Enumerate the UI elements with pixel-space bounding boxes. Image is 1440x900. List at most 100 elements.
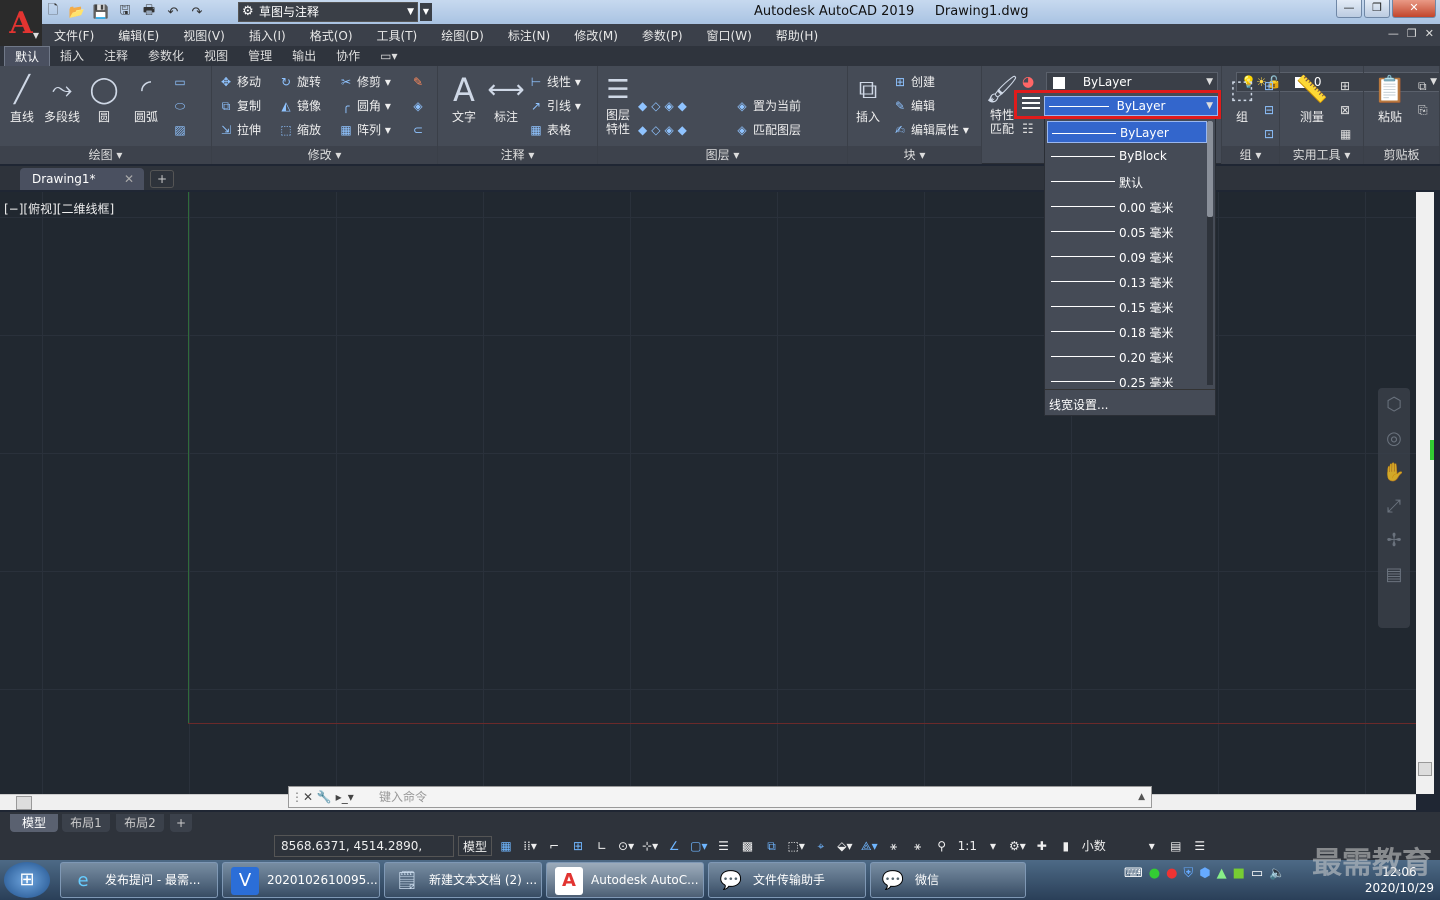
taskbar-item-autocad[interactable]: A Autodesk AutoC... bbox=[546, 862, 704, 898]
object-snap-icon[interactable]: ▢▾ bbox=[688, 836, 709, 856]
transparency-icon[interactable]: ▩ bbox=[738, 836, 758, 856]
taskbar-item-notepad[interactable]: 🗒 新建文本文档 (2) ... bbox=[384, 862, 542, 898]
move-button[interactable]: ✥ 移动 bbox=[218, 72, 261, 92]
object-snap-tracking-icon[interactable]: ∠ bbox=[664, 836, 684, 856]
doc-minimize-button[interactable]: — bbox=[1388, 27, 1399, 40]
array-button[interactable]: ▦ 阵列 ▾ bbox=[338, 120, 391, 140]
lineweight-settings-item[interactable]: 线宽设置... bbox=[1045, 389, 1215, 415]
qat-customize-button[interactable]: ▼ bbox=[420, 3, 432, 21]
save-as-icon[interactable]: 🖫 bbox=[116, 3, 134, 20]
grip-icon[interactable]: ⋮ bbox=[291, 787, 303, 807]
units-icon[interactable]: ▮ bbox=[1056, 836, 1076, 856]
workspace-switch-icon[interactable]: ⚙▾ bbox=[1007, 836, 1028, 856]
lineweight-option[interactable]: ByBlock bbox=[1047, 145, 1207, 167]
menu-file[interactable]: 文件(F) bbox=[42, 27, 106, 44]
wrench-icon[interactable]: 🔧 bbox=[317, 790, 332, 804]
group-tools-icon[interactable]: ⊞ ⊟ ⊡ bbox=[1264, 74, 1274, 146]
quick-properties-icon[interactable]: ▤ bbox=[1166, 836, 1186, 856]
lineweight-option[interactable]: 0.18 毫米 bbox=[1047, 320, 1207, 342]
trim-button[interactable]: ✂ 修剪 ▾ bbox=[338, 72, 391, 92]
stretch-button[interactable]: ⇲ 拉伸 bbox=[218, 120, 261, 140]
tab-layout1[interactable]: 布局1 bbox=[62, 814, 110, 832]
pan-icon[interactable]: ✋ bbox=[1378, 456, 1410, 490]
lineweight-option[interactable]: 0.25 毫米 bbox=[1047, 370, 1207, 387]
menu-view[interactable]: 视图(V) bbox=[171, 27, 237, 44]
taskbar-item-doc[interactable]: V 2020102610095... bbox=[222, 862, 380, 898]
tab-manage[interactable]: 管理 bbox=[238, 46, 282, 66]
doc-close-button[interactable]: ✕ bbox=[1425, 27, 1434, 40]
taskbar-item-filetransfer[interactable]: 💬 文件传输助手 bbox=[708, 862, 866, 898]
menu-window[interactable]: 窗口(W) bbox=[695, 27, 764, 44]
command-line[interactable]: ⋮ ✕ 🔧 ▸_▾ 键入命令 ▲ bbox=[288, 786, 1152, 808]
command-input[interactable]: 键入命令 bbox=[379, 787, 427, 807]
tab-layout2[interactable]: 布局2 bbox=[116, 814, 164, 832]
color-wheel-icon[interactable]: ◕ bbox=[1022, 74, 1034, 90]
circle-button[interactable]: ◯ 圆 bbox=[84, 72, 124, 125]
lineweight-option[interactable]: 0.20 毫米 bbox=[1047, 345, 1207, 367]
set-current-button[interactable]: ◈ 置为当前 bbox=[734, 96, 801, 116]
copy-button[interactable]: ⧉ 复制 bbox=[218, 96, 261, 116]
annotation-visibility-icon[interactable]: ⚹ bbox=[884, 836, 904, 856]
orbit-icon[interactable]: ✢ bbox=[1378, 524, 1410, 558]
scale-button[interactable]: ⬚ 缩放 bbox=[278, 120, 321, 140]
offset-button[interactable]: ⊂ bbox=[410, 120, 429, 140]
grid-icon[interactable]: ▦ bbox=[496, 836, 516, 856]
infer-icon[interactable]: ⌐ bbox=[544, 836, 564, 856]
new-file-icon[interactable]: 🗋 bbox=[44, 3, 62, 20]
line-button[interactable]: ╱ 直线 bbox=[2, 72, 42, 125]
lineweight-option[interactable]: 默认 bbox=[1047, 170, 1207, 192]
selection-cycling-icon[interactable]: ⧉ bbox=[762, 836, 782, 856]
tab-home[interactable]: 默认 bbox=[4, 46, 51, 66]
polar-icon[interactable]: ⊙▾ bbox=[616, 836, 636, 856]
3d-osnap-icon[interactable]: ⬚▾ bbox=[786, 836, 807, 856]
viewcube-icon[interactable]: ⬡ bbox=[1378, 388, 1410, 422]
cube-icon[interactable]: ⬢ bbox=[1199, 866, 1210, 881]
dynamic-ucs-icon[interactable]: ⌖ bbox=[811, 836, 831, 856]
paste-button[interactable]: 📋 粘贴 bbox=[1370, 72, 1410, 125]
lineweight-option[interactable]: 0.13 毫米 bbox=[1047, 270, 1207, 292]
menu-help[interactable]: 帮助(H) bbox=[764, 27, 830, 44]
tab-collaborate[interactable]: 协作 bbox=[326, 46, 370, 66]
menu-modify[interactable]: 修改(M) bbox=[562, 27, 630, 44]
insert-block-button[interactable]: ⧉ 插入 bbox=[848, 72, 888, 125]
ribbon-toggle-button[interactable]: ▭▾ bbox=[370, 46, 407, 66]
lineweight-toggle-icon[interactable]: ☰ bbox=[714, 836, 734, 856]
lineweight-option[interactable]: ByLayer bbox=[1047, 121, 1207, 143]
undo-icon[interactable]: ↶ bbox=[164, 4, 182, 20]
lineweight-option[interactable]: 0.15 毫米 bbox=[1047, 295, 1207, 317]
keyboard-icon[interactable]: ⌨ bbox=[1124, 866, 1143, 881]
nvidia-icon[interactable]: ■ bbox=[1233, 866, 1245, 881]
rectangle-button[interactable]: ▭ bbox=[172, 72, 191, 92]
tab-annotate[interactable]: 注释 bbox=[94, 46, 138, 66]
utility-tools-icon[interactable]: ⊞ ⊠ ▦ bbox=[1340, 74, 1351, 146]
taskbar-item-wechat[interactable]: 💬 微信 bbox=[870, 862, 1026, 898]
tab-output[interactable]: 输出 bbox=[282, 46, 326, 66]
linear-button[interactable]: ⊢ 线性 ▾ bbox=[528, 72, 581, 92]
maximize-button[interactable]: ❐ bbox=[1364, 0, 1390, 18]
polyline-button[interactable]: ⤳ 多段线 bbox=[42, 72, 82, 125]
new-tab-button[interactable]: + bbox=[150, 170, 174, 188]
tab-parametric[interactable]: 参数化 bbox=[138, 46, 194, 66]
showmotion-icon[interactable]: ▤ bbox=[1378, 558, 1410, 592]
layer-properties-button[interactable]: ☰ 图层 特性 bbox=[598, 72, 638, 136]
edit-attributes-button[interactable]: ✍ 编辑属性 ▾ bbox=[892, 120, 969, 140]
scrollbar-thumb[interactable] bbox=[16, 796, 32, 810]
workspace-selector[interactable]: ⚙ 草图与注释 ▼ bbox=[238, 2, 418, 22]
match-layer-button[interactable]: ◈ 匹配图层 bbox=[734, 120, 801, 140]
dimension-button[interactable]: ⟷ 标注 bbox=[486, 72, 526, 125]
lineweight-option[interactable]: 0.00 毫米 bbox=[1047, 195, 1207, 217]
menu-parametric[interactable]: 参数(P) bbox=[630, 27, 695, 44]
tab-view[interactable]: 视图 bbox=[194, 46, 238, 66]
scrollbar-thumb[interactable] bbox=[1418, 762, 1432, 776]
application-menu-button[interactable]: A ▼ bbox=[0, 0, 42, 46]
layer-tools-row2[interactable]: ◆◇◈◆ bbox=[638, 120, 691, 140]
panel-title-modify[interactable]: 修改 ▾ bbox=[212, 146, 437, 164]
weibo-icon[interactable]: ● bbox=[1166, 866, 1177, 881]
wechat-tray-icon[interactable]: ● bbox=[1149, 866, 1160, 881]
fillet-button[interactable]: ╭ 圆角 ▾ bbox=[338, 96, 390, 116]
ellipse-button[interactable]: ⬭ bbox=[172, 96, 191, 116]
start-button[interactable]: ⊞ bbox=[4, 862, 50, 898]
tab-drawing1[interactable]: Drawing1* ✕ bbox=[20, 168, 144, 190]
network-icon[interactable]: ▲ bbox=[1217, 866, 1227, 881]
menu-format[interactable]: 格式(O) bbox=[298, 27, 365, 44]
